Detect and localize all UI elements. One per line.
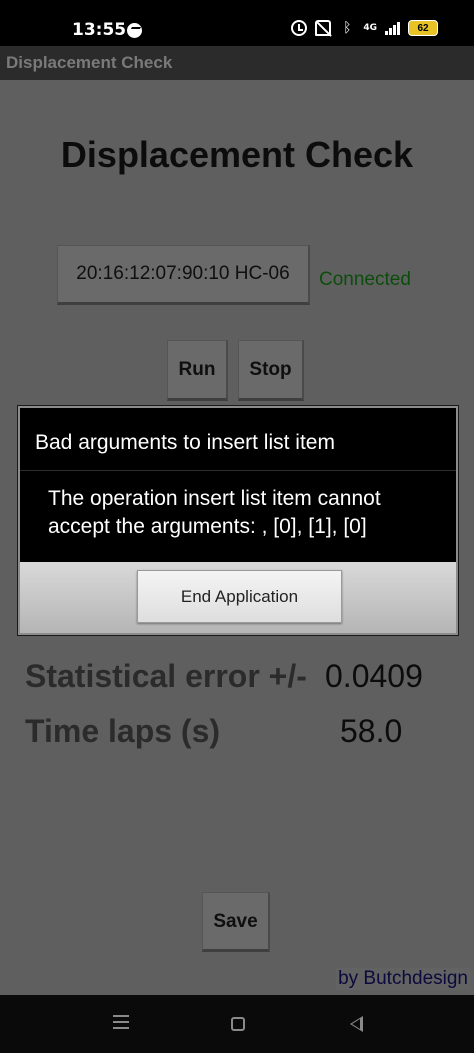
statistical-error-label: Statistical error +/- bbox=[25, 658, 307, 694]
save-button[interactable]: Save bbox=[202, 892, 270, 952]
signal-icon bbox=[385, 21, 400, 35]
recent-apps-icon[interactable] bbox=[113, 1015, 129, 1029]
device-button[interactable]: 20:16:12:07:90:10 HC-06 bbox=[57, 245, 310, 305]
dialog-message: The operation insert list item cannot ac… bbox=[48, 487, 381, 538]
bluetooth-icon: ᛒ bbox=[343, 20, 352, 36]
time-laps-value: 58.0 bbox=[340, 713, 403, 749]
network-type: 4G bbox=[363, 23, 377, 33]
dialog-title: Bad arguments to insert list item bbox=[35, 431, 335, 454]
time-laps-label: Time laps (s) bbox=[25, 713, 221, 749]
battery-icon: 62 bbox=[408, 20, 438, 36]
credit-text: by Butchdesign bbox=[336, 968, 470, 990]
status-bar: 13:55 ᛒ 4G 62 bbox=[0, 0, 474, 46]
stop-button[interactable]: Stop bbox=[238, 340, 304, 401]
error-dialog: Bad arguments to insert list item The op… bbox=[18, 406, 458, 635]
status-time: 13:55 bbox=[72, 20, 127, 40]
dialog-button-bar: End Application bbox=[20, 562, 456, 633]
statistical-error-value: 0.0409 bbox=[325, 658, 423, 694]
connection-status: Connected bbox=[319, 269, 411, 290]
status-icons: ᛒ 4G 62 bbox=[291, 20, 438, 36]
dialog-divider bbox=[20, 470, 456, 471]
run-button[interactable]: Run bbox=[167, 340, 228, 401]
mute-icon bbox=[315, 20, 332, 36]
messenger-icon bbox=[127, 23, 142, 38]
app-title-bar: Displacement Check bbox=[0, 46, 474, 80]
back-icon[interactable] bbox=[350, 1016, 363, 1032]
page-title: Displacement Check bbox=[60, 134, 414, 175]
end-application-button[interactable]: End Application bbox=[137, 570, 342, 623]
navigation-bar bbox=[0, 995, 474, 1053]
app-title-bar-text: Displacement Check bbox=[6, 53, 173, 72]
alarm-icon bbox=[291, 20, 308, 36]
home-icon[interactable] bbox=[231, 1017, 245, 1031]
